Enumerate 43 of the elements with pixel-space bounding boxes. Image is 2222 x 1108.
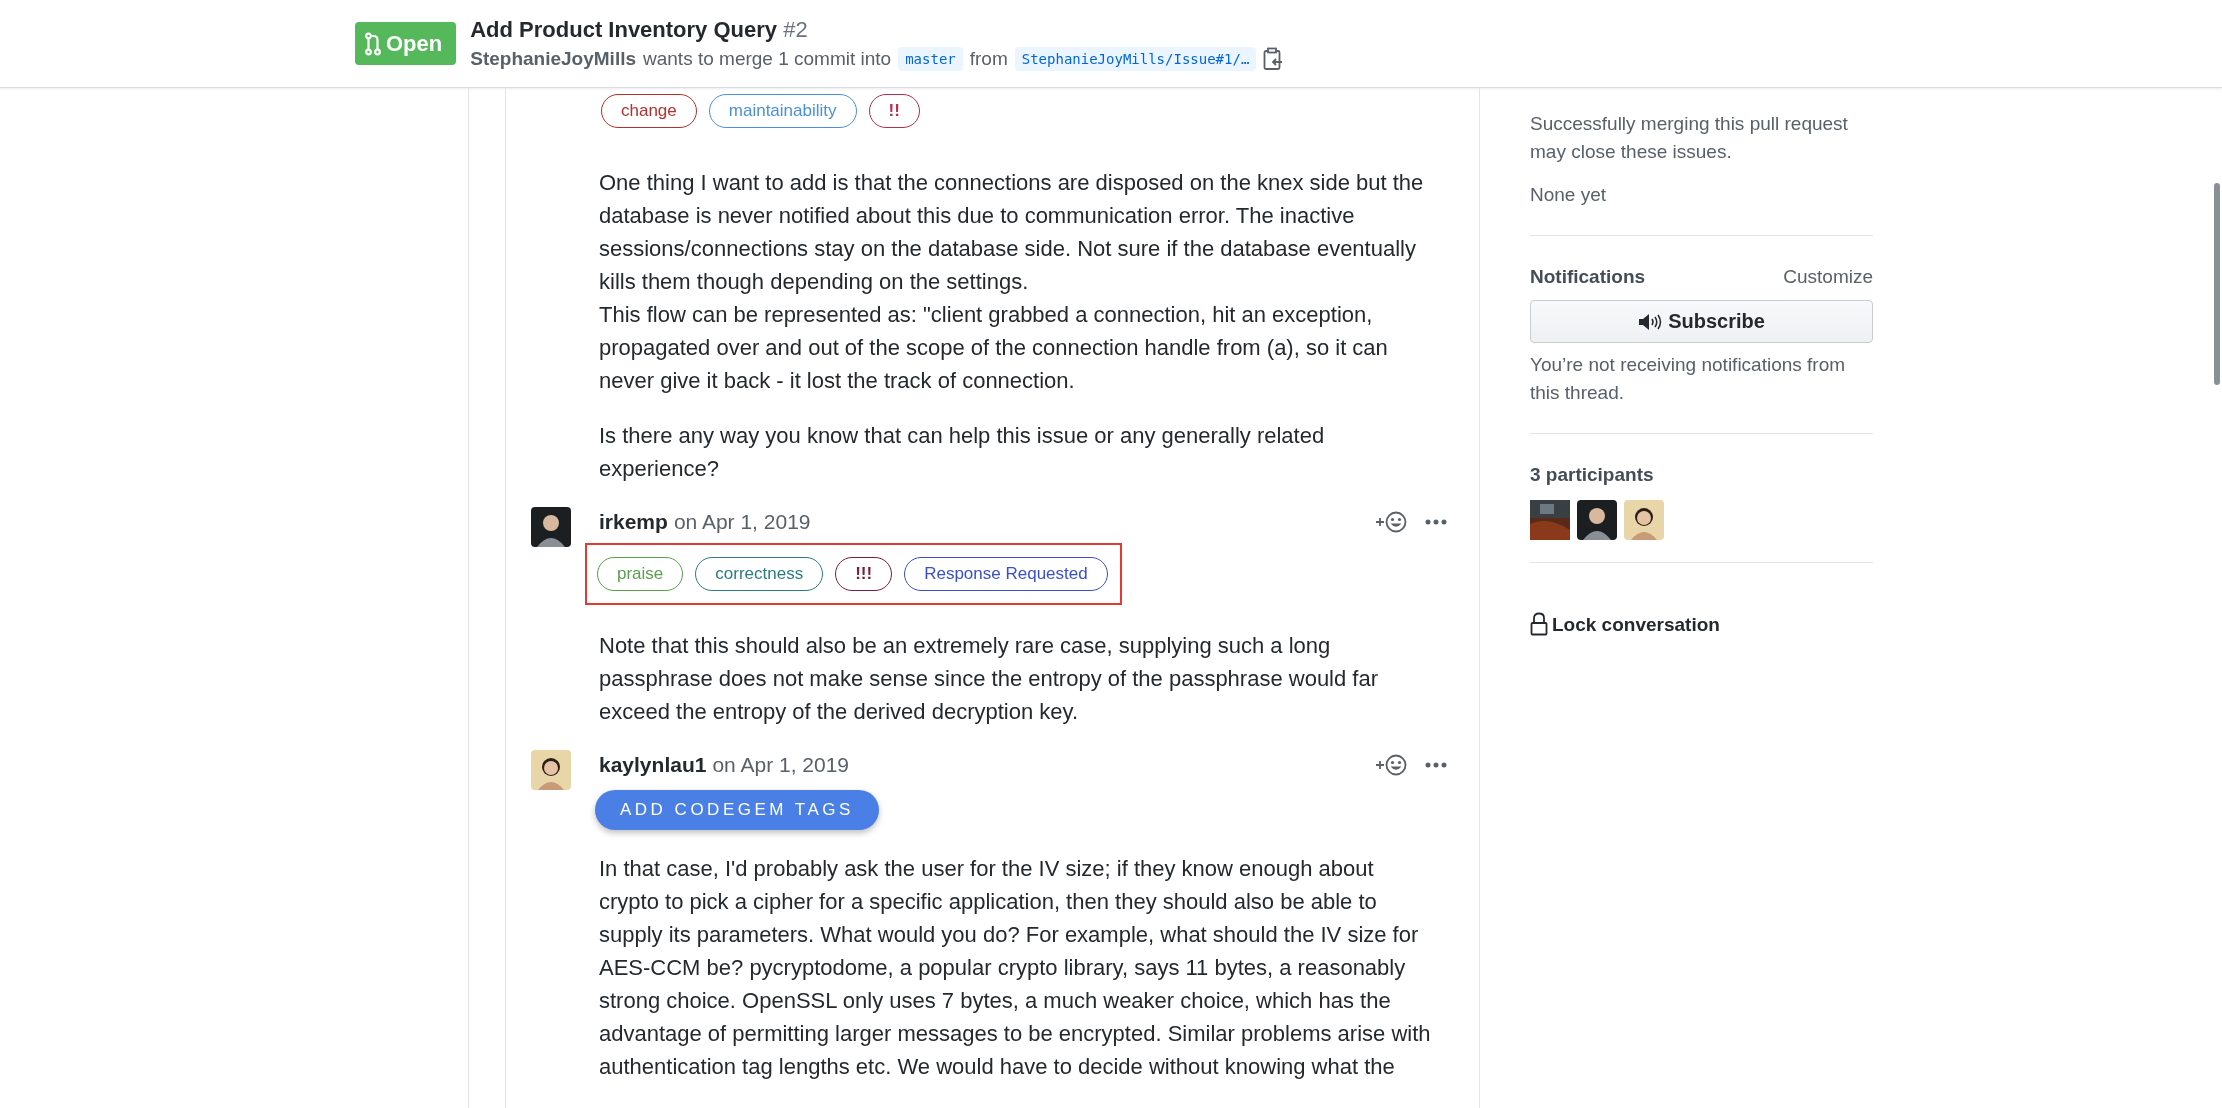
scrollbar[interactable] (2214, 183, 2220, 385)
from-text: from (969, 47, 1008, 70)
label-tag[interactable]: correctness (695, 557, 824, 591)
more-icon[interactable] (1425, 762, 1447, 768)
merge-text: wants to merge 1 commit into (643, 47, 892, 70)
more-icon[interactable] (1425, 519, 1447, 525)
add-reaction-icon[interactable] (1375, 510, 1407, 534)
subscribe-button[interactable]: Subscribe (1530, 300, 1873, 343)
label-tag[interactable]: praise (597, 557, 684, 591)
comment-date[interactable]: on Apr 1, 2019 (712, 753, 850, 777)
label-tag[interactable]: !! (868, 94, 920, 128)
avatar-icon[interactable] (1577, 500, 1617, 540)
clipboard-icon[interactable] (1263, 46, 1284, 71)
label-tag[interactable]: !!! (835, 557, 893, 591)
linked-issues-value: None yet (1530, 183, 1608, 207)
customize-link[interactable]: Customize (1783, 266, 1873, 288)
pr-number: #2 (783, 16, 808, 42)
speaker-icon (1638, 311, 1663, 332)
lock-conversation-button[interactable]: Lock conversation (1530, 593, 1720, 636)
pull-request-icon (365, 31, 381, 56)
head-branch[interactable]: StephanieJoyMills/Issue#1/… (1014, 46, 1257, 71)
linked-issues-text: Successfully merging this pull request may close these issues. (1530, 112, 1849, 164)
base-branch[interactable]: master (898, 46, 963, 71)
label-tag[interactable]: Response Requested (904, 557, 1108, 591)
lock-icon (1530, 612, 1548, 636)
notifications-title: Notifications (1530, 266, 1646, 288)
avatar-icon[interactable] (1624, 500, 1664, 540)
comment-author[interactable]: irkemp (599, 510, 668, 534)
participants-title: 3 participants (1530, 464, 1654, 485)
comment-date[interactable]: on Apr 1, 2019 (673, 510, 811, 534)
comment-text: One thing I want to add is that the connections are disposed on the knex side but the database is never notified about this due to communication error. The inactive sessions/connections stay on the database side. Not sure if the database eventually kills them though depending on the settings. This flow can be represented as: "client grabbed a connection, hit an exception, propagated over and out of the scope of the connection handle from (a), so it can never give it back - it lost the track of connection. (599, 169, 1425, 395)
comment-author[interactable]: kaylynlau1 (599, 753, 707, 777)
add-reaction-icon[interactable] (1375, 753, 1407, 777)
pr-title: Add Product Inventory Query (470, 16, 778, 42)
status-badge: Open (355, 22, 457, 65)
label-tag[interactable]: change (601, 94, 697, 128)
comment-text: Note that this should also be an extremely rare case, supplying such a long passphrase does not make sense since the entropy of the passphrase would far exceed the entropy of the derived decryption key. (599, 632, 1380, 726)
label-tag[interactable]: maintainability (708, 94, 857, 128)
author-link[interactable]: StephanieJoyMills (470, 47, 636, 70)
comment-text: Is there any way you know that can help this issue or any generally related experience? (599, 422, 1326, 483)
notifications-text: You’re not receiving notifications from this thread. (1530, 353, 1847, 405)
comment-text: In that case, I'd probably ask the user for the IV size; if they know enough about crypto to pick a cipher for a specific application, then they should also be able to supply its parameters. What would you do? For example, what should the IV size for AES-CCM be? pycryptodome, a popular crypto library, says 11 bytes, a reasonably strong choice. OpenSSL only uses 7 bytes, a much weaker choice, which has the advantage of permitting larger messages to be encrypted. Similar problems arise with authentication tag lengths etc. We would have to decide without knowing what the (599, 855, 1431, 1081)
add-tags-button[interactable]: ADD CODEGEM TAGS (595, 790, 879, 830)
